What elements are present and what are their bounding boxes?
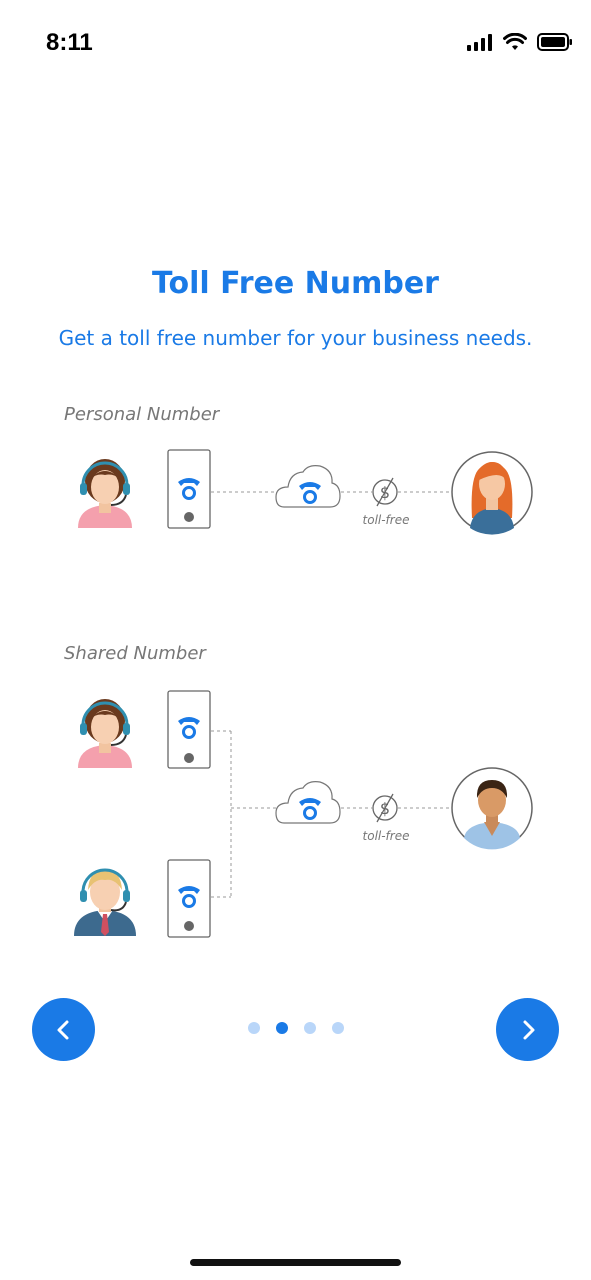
page-dot-active[interactable]: [276, 1022, 288, 1034]
phone-device: [167, 859, 211, 938]
status-icons: [467, 33, 573, 51]
toll-free-label: toll-free: [363, 829, 410, 843]
wifi-icon: [503, 33, 527, 50]
chevron-right-icon: [523, 1020, 534, 1039]
home-indicator[interactable]: [190, 1259, 401, 1266]
shared-number-label: Shared Number: [64, 643, 206, 664]
battery-icon: [537, 33, 572, 51]
phone-device: [167, 449, 211, 529]
toll-free-label: toll-free: [363, 513, 410, 527]
phone-device: [167, 690, 211, 769]
status-time: 8:11: [46, 29, 93, 56]
customer-avatar: [451, 451, 533, 535]
personal-number-label: Personal Number: [64, 404, 220, 425]
no-charge-icon: $: [372, 793, 398, 823]
signal-icon: [467, 34, 492, 51]
chevron-left-icon: [57, 1020, 68, 1039]
previous-button[interactable]: [32, 998, 95, 1061]
page-indicator: [248, 1022, 344, 1034]
customer-avatar: [451, 767, 533, 850]
female-agent-avatar: [78, 699, 132, 768]
no-charge-icon: $: [372, 477, 398, 507]
cloud-icon: [275, 465, 341, 508]
page-subtitle: Get a toll free number for your business…: [58, 326, 533, 350]
female-agent-avatar: [78, 459, 132, 528]
status-bar: 8:11: [0, 0, 591, 86]
cloud-icon: [275, 781, 341, 824]
male-agent-avatar: [74, 868, 136, 936]
page-dot[interactable]: [304, 1022, 316, 1034]
shared-number-diagram: $ toll-free: [74, 690, 533, 938]
next-button[interactable]: [496, 998, 559, 1061]
page-title: Toll Free Number: [152, 266, 439, 301]
page-dot[interactable]: [248, 1022, 260, 1034]
personal-number-diagram: $ toll-free: [78, 449, 533, 535]
page-dot[interactable]: [332, 1022, 344, 1034]
